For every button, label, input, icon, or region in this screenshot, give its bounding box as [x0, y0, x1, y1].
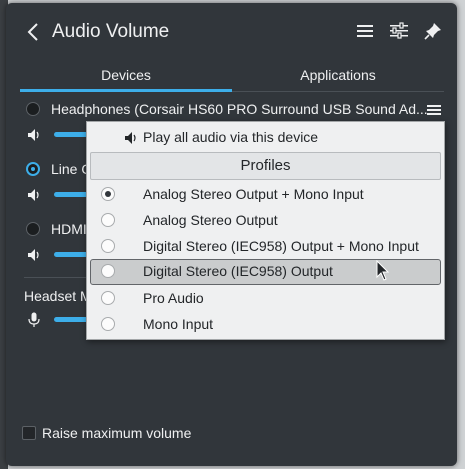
menu-item-profile[interactable]: Analog Stereo Output + Mono Input — [90, 182, 441, 208]
chevron-left-icon — [27, 23, 38, 41]
hamburger-menu-icon — [357, 25, 373, 37]
device-row: Headphones (Corsair HS60 PRO Surround US… — [20, 98, 444, 122]
device-context-menu: Play all audio via this device Profiles … — [86, 121, 445, 340]
profile-radio[interactable] — [101, 239, 115, 253]
configure-sliders-icon — [390, 22, 408, 39]
tab-bar: Devices Applications — [20, 59, 444, 92]
profile-radio[interactable] — [101, 264, 115, 278]
pin-button[interactable] — [421, 19, 445, 43]
device-menu-button[interactable] — [424, 100, 444, 120]
profile-radio[interactable] — [101, 213, 115, 227]
configure-button[interactable] — [387, 19, 411, 43]
input-device-name: Headset M — [24, 288, 92, 304]
menu-item-label: Analog Stereo Output + Mono Input — [143, 186, 364, 202]
speaker-icon — [125, 132, 136, 144]
profile-radio[interactable] — [101, 291, 115, 305]
back-button[interactable] — [22, 19, 44, 45]
menu-item-profile[interactable]: Digital Stereo (IEC958) Output + Mono In… — [90, 234, 441, 260]
hamburger-menu-button[interactable] — [353, 19, 377, 43]
menu-item-label: Play all audio via this device — [143, 129, 319, 145]
device-default-radio[interactable] — [26, 102, 40, 116]
speaker-icon[interactable] — [26, 127, 42, 143]
menu-item-profile[interactable]: Pro Audio — [90, 286, 441, 312]
menu-item-label: Digital Stereo (IEC958) Output — [143, 263, 333, 279]
device-name: HDMI — [51, 221, 87, 237]
menu-item-label: Analog Stereo Output — [143, 212, 278, 228]
hamburger-menu-icon — [427, 105, 441, 115]
menu-item-label: Mono Input — [143, 316, 214, 332]
popup-header: Audio Volume — [6, 3, 457, 59]
speaker-icon[interactable] — [26, 247, 42, 263]
device-name: Headphones (Corsair HS60 PRO Surround US… — [51, 101, 428, 117]
tab-devices[interactable]: Devices — [20, 59, 232, 91]
microphone-icon[interactable] — [26, 312, 42, 328]
menu-item-label: Digital Stereo (IEC958) Output + Mono In… — [143, 238, 419, 254]
page-title: Audio Volume — [52, 21, 170, 42]
active-tab-indicator — [20, 89, 232, 92]
pin-icon — [424, 23, 441, 40]
device-default-radio[interactable] — [26, 162, 40, 176]
menu-section-profiles: Profiles — [90, 152, 441, 180]
tab-applications[interactable]: Applications — [232, 59, 444, 91]
mouse-cursor-icon — [376, 260, 390, 281]
profile-radio[interactable] — [101, 187, 115, 201]
raise-max-volume-label[interactable]: Raise maximum volume — [42, 425, 191, 441]
device-default-radio[interactable] — [26, 222, 40, 236]
menu-item-profile[interactable]: Mono Input — [90, 312, 441, 338]
speaker-icon[interactable] — [26, 187, 42, 203]
menu-item-play-all[interactable]: Play all audio via this device — [90, 125, 441, 151]
profile-radio[interactable] — [101, 317, 115, 331]
raise-max-volume-checkbox[interactable] — [22, 426, 36, 440]
menu-item-label: Pro Audio — [143, 290, 204, 306]
menu-item-profile[interactable]: Analog Stereo Output — [90, 208, 441, 234]
